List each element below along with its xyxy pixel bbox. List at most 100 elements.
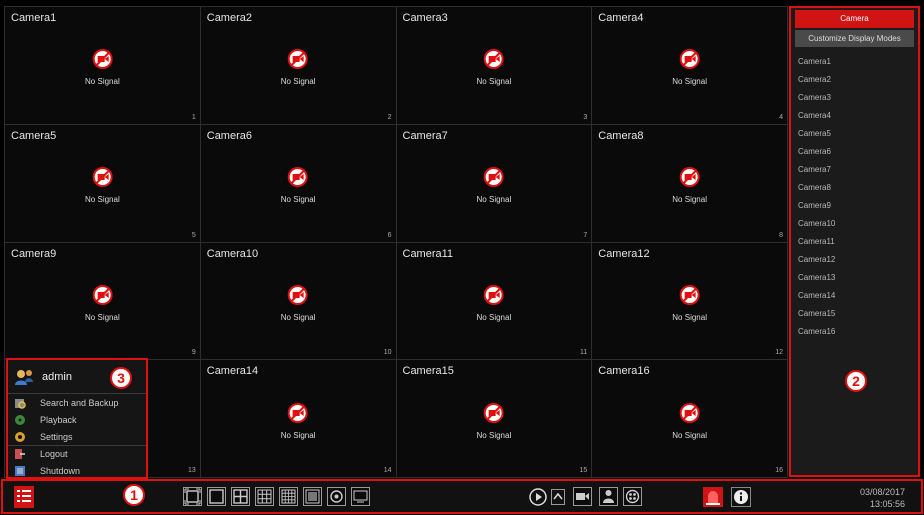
tab-customize-display-modes[interactable]: Customize Display Modes xyxy=(795,30,914,47)
menu-item-logout[interactable]: Logout xyxy=(8,445,146,462)
camera-list-item[interactable]: Camera8 xyxy=(791,179,918,197)
user-row[interactable]: admin 3 xyxy=(8,360,146,394)
record-button[interactable] xyxy=(573,487,592,506)
camera-tile[interactable]: Camera8 No Signal 8 xyxy=(592,124,787,242)
channel-number: 9 xyxy=(191,349,196,357)
no-signal-icon xyxy=(483,49,504,70)
camera-list-item[interactable]: Camera6 xyxy=(791,143,918,161)
layout-4-button[interactable] xyxy=(231,487,250,506)
camera-tile[interactable]: Camera10 No Signal 10 xyxy=(200,242,396,360)
layout-quad-icon xyxy=(233,489,248,504)
camera-list-item[interactable]: Camera14 xyxy=(791,287,918,305)
sequence-cycle-icon xyxy=(330,490,343,503)
no-signal-indicator: No Signal xyxy=(672,167,707,207)
camera-list-item[interactable]: Camera7 xyxy=(791,161,918,179)
camera-list-item[interactable]: Camera5 xyxy=(791,125,918,143)
camera-name-label: Camera8 xyxy=(598,129,644,142)
no-signal-text: No Signal xyxy=(672,77,707,87)
channel-number: 7 xyxy=(583,231,588,239)
camera-tile[interactable]: Camera6 No Signal 6 xyxy=(200,124,396,242)
info-icon[interactable] xyxy=(731,487,751,507)
layout-single-icon xyxy=(209,489,224,504)
camera-list-item[interactable]: Camera11 xyxy=(791,233,918,251)
camera-list-item[interactable]: Camera2 xyxy=(791,71,918,89)
layout-1-button[interactable] xyxy=(207,487,226,506)
no-signal-indicator: No Signal xyxy=(85,284,120,325)
menu-item-playback[interactable]: Playback xyxy=(8,411,146,428)
camera-tile[interactable]: Camera12 No Signal 12 xyxy=(592,242,787,360)
tab-camera[interactable]: Camera xyxy=(795,10,914,28)
no-signal-icon xyxy=(92,284,113,305)
time-label: 13:05:56 xyxy=(869,499,905,509)
camera-tile[interactable]: Camera15 No Signal 15 xyxy=(396,360,592,477)
logout-icon xyxy=(15,449,25,459)
camera-tile[interactable]: Camera14 No Signal 14 xyxy=(200,360,396,477)
channel-number: 15 xyxy=(579,467,588,474)
username-label: admin xyxy=(42,370,72,383)
camera-list-item[interactable]: Camera9 xyxy=(791,197,918,215)
camera-tile[interactable]: Camera5 No Signal 5 xyxy=(5,124,200,242)
camera-tile[interactable]: Camera2 No Signal 2 xyxy=(200,7,396,124)
camera-tile[interactable]: Camera4 No Signal 4 xyxy=(592,7,787,124)
start-menu-icon[interactable] xyxy=(13,485,35,509)
camera-name-label: Camera4 xyxy=(598,12,644,24)
camera-list-item[interactable]: Camera12 xyxy=(791,251,918,269)
no-signal-text: No Signal xyxy=(280,430,316,440)
fullscreen-button[interactable] xyxy=(183,487,202,506)
marker-3-badge: 3 xyxy=(110,367,132,389)
menu-item-settings[interactable]: Settings xyxy=(8,428,146,445)
camera-list-item[interactable]: Camera4 xyxy=(791,107,918,125)
camera-list-item[interactable]: Camera16 xyxy=(791,323,918,341)
no-signal-icon xyxy=(92,49,113,70)
camera-tile[interactable]: Camera9 No Signal 9 xyxy=(5,242,200,360)
camera-tile[interactable]: Camera1 No Signal 1 xyxy=(5,7,200,124)
film-reel-icon xyxy=(625,489,640,504)
bottom-toolbar: 1 03/08/2017 13:05:56 xyxy=(1,479,923,514)
camera-tile[interactable]: Camera11 No Signal 11 xyxy=(396,242,592,360)
no-signal-icon xyxy=(288,49,309,70)
layout-sixteen-icon xyxy=(281,489,296,504)
layout-custom-button[interactable] xyxy=(303,487,322,506)
camera-tile[interactable]: Camera7 No Signal 7 xyxy=(396,124,592,242)
camera-list-item[interactable]: Camera10 xyxy=(791,215,918,233)
marker-2-badge: 2 xyxy=(845,370,867,392)
no-signal-text: No Signal xyxy=(476,430,512,440)
playback-button[interactable] xyxy=(623,487,642,506)
camera-tile[interactable]: Camera16 No Signal 16 xyxy=(592,360,787,477)
manual-alarm-button[interactable] xyxy=(599,487,618,506)
user-avatar-icon xyxy=(15,369,33,385)
alarm-icon[interactable] xyxy=(703,487,723,507)
camera-list-item[interactable]: Camera3 xyxy=(791,89,918,107)
no-signal-icon xyxy=(92,167,113,188)
menu-item-label: Playback xyxy=(40,414,77,425)
menu-item-label: Settings xyxy=(40,431,73,442)
no-signal-icon xyxy=(483,402,504,423)
camera-name-label: Camera2 xyxy=(206,12,252,24)
menu-item-label: Logout xyxy=(40,449,68,459)
no-signal-icon xyxy=(679,402,700,423)
sequence-button[interactable] xyxy=(327,487,346,506)
layout-custom-icon xyxy=(305,489,320,504)
channel-number: 8 xyxy=(779,231,783,239)
layout-9-button[interactable] xyxy=(255,487,274,506)
camera-list-item[interactable]: Camera1 xyxy=(791,53,918,71)
playback-reel-icon xyxy=(15,414,25,425)
camera-name-label: Camera12 xyxy=(598,247,650,260)
chevron-up-icon[interactable] xyxy=(551,489,565,505)
date-label: 03/08/2017 xyxy=(859,487,905,497)
play-icon[interactable] xyxy=(528,487,548,507)
image-settings-button[interactable] xyxy=(351,487,370,506)
camera-name-label: Camera1 xyxy=(11,12,57,24)
camera-tile[interactable]: Camera3 No Signal 3 xyxy=(396,7,592,124)
camera-list: Camera1 Camera2 Camera3 Camera4 Camera5 Camer… xyxy=(791,53,918,341)
menu-item-label: Search and Backup xyxy=(40,397,119,408)
channel-number: 4 xyxy=(779,113,783,121)
menu-item-shutdown[interactable]: Shutdown xyxy=(8,462,146,479)
camera-list-item[interactable]: Camera15 xyxy=(791,305,918,323)
camera-name-label: Camera15 xyxy=(402,365,454,378)
channel-number: 11 xyxy=(579,349,588,357)
menu-item-search-and-backup[interactable]: Search and Backup xyxy=(8,394,146,411)
camera-list-item[interactable]: Camera13 xyxy=(791,269,918,287)
layout-16-button[interactable] xyxy=(279,487,298,506)
no-signal-indicator: No Signal xyxy=(280,402,316,443)
